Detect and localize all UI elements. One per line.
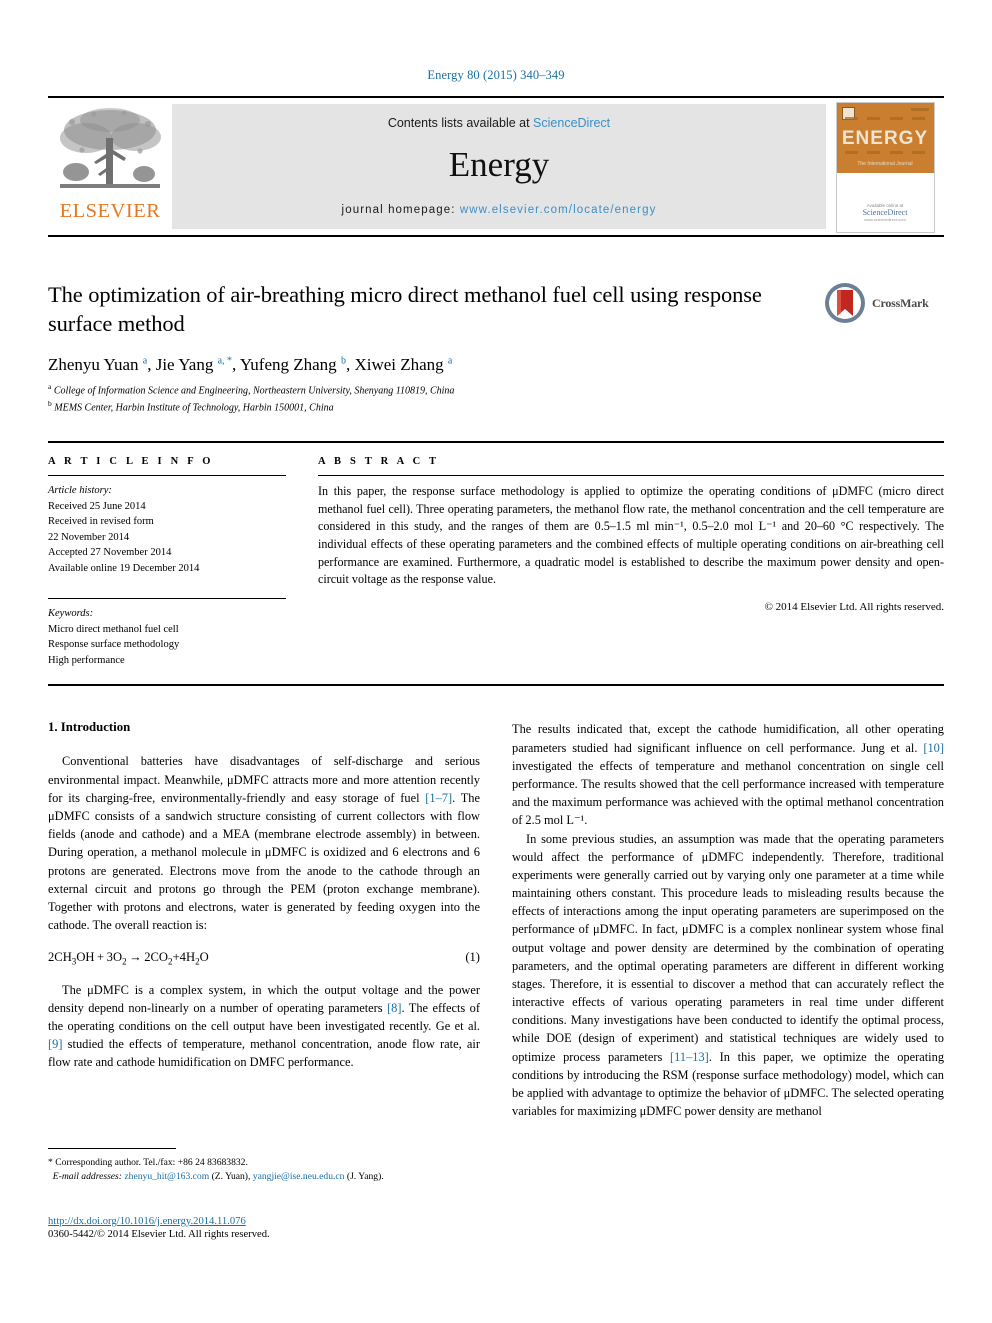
affiliation-marker: a [48,382,52,392]
history-received: Received 25 June 2014 [48,500,146,512]
journal-homepage-link[interactable]: www.elsevier.com/locate/energy [460,204,657,216]
keyword-item: High performance [48,654,125,666]
affiliation-list: a College of Information Science and Eng… [48,382,944,415]
article-history-label: Article history: [48,485,112,497]
citation-link[interactable]: [10] [923,741,944,755]
history-accepted: Accepted 27 November 2014 [48,547,172,559]
history-revised-form: Received in revised form [48,516,154,528]
contents-prefix: Contents lists available at [387,116,534,130]
affiliation-marker: b [48,398,52,408]
citation-link[interactable]: [9] [48,1037,62,1051]
abstract-column: A B S T R A C T In this paper, the respo… [318,456,944,668]
citation-link[interactable]: [1–7] [425,791,452,805]
keyword-item: Response surface methodology [48,639,180,651]
doi-link[interactable]: http://dx.doi.org/10.1016/j.energy.2014.… [48,1216,508,1227]
para-text: In some previous studies, an assumption … [512,831,944,1064]
cover-footer-brand: ScienceDirect [862,208,908,217]
journal-title: Energy [448,145,550,184]
para-text: Conventional batteries have disadvantage… [48,754,480,805]
para-text: investigated the effects of temperature … [512,758,944,828]
journal-homepage-line: journal homepage: www.elsevier.com/locat… [342,204,657,216]
sciencedirect-link[interactable]: ScienceDirect [533,116,610,130]
title-block: The optimization of air-breathing micro … [48,281,944,415]
affiliation-a: a College of Information Science and Eng… [48,382,944,399]
email-owner-1: (Z. Yuan), [209,1171,253,1182]
email-label: E-mail addresses: [52,1171,122,1182]
email-link-2[interactable]: yangjie@ise.neu.edu.cn [253,1171,345,1182]
paper-page: Energy 80 (2015) 340–349 ELSEVIER Conten… [0,0,992,1323]
article-info-rule [48,475,286,477]
cover-journal-title: ENERGY [841,128,929,149]
homepage-prefix: journal homepage: [341,204,460,216]
author-affil-marker: b [340,355,346,367]
keywords-block: Keywords: Micro direct methanol fuel cel… [48,598,286,668]
elsevier-logo: ELSEVIER [48,98,172,235]
footnote-rule [48,1148,176,1149]
equation-1: 2CH3OH + 3O2 → 2CO2+4H2O (1) [48,950,480,967]
affiliation-text: MEMS Center, Harbin Institute of Technol… [54,401,334,413]
equation-number: (1) [465,950,480,965]
keywords-label: Keywords: [48,608,94,620]
article-info-heading: A R T I C L E I N F O [48,456,214,468]
article-title: The optimization of air-breathing micro … [48,282,762,336]
crossmark-label: CrossMark [872,295,929,310]
author-affil-marker: a [447,355,453,367]
article-info-column: A R T I C L E I N F O Article history: R… [48,456,286,668]
abstract-copyright: © 2014 Elsevier Ltd. All rights reserved… [764,601,944,614]
citation-link[interactable]: [11–13] [670,1050,709,1064]
issn-copyright-line: 0360-5442/© 2014 Elsevier Ltd. All right… [48,1229,270,1240]
paragraph-right-2: In some previous studies, an assumption … [512,830,944,1121]
corresponding-author-text: Corresponding author. Tel./fax: +86 24 8… [52,1157,248,1168]
cover-thumbnail: ENERGY The International Journal Availab… [835,102,935,233]
keyword-item: Micro direct methanol fuel cell [48,623,179,635]
abstract-rule [318,475,944,477]
author-affil-marker: a, * [217,355,233,367]
email-owner-2: (J. Yang). [344,1171,384,1182]
paragraph-right-1: The results indicated that, except the c… [512,720,944,829]
right-column: The results indicated that, except the c… [512,720,944,1120]
elsevier-tree-icon [56,104,164,200]
cover-issn-bar [910,108,929,111]
citation-link[interactable]: [8] [387,1001,401,1015]
cover-header-block: ENERGY The International Journal [836,103,934,173]
cover-topic-bars-top [844,117,926,120]
email-link-1[interactable]: zhenyu_hit@163.com [124,1171,209,1182]
doi-block: http://dx.doi.org/10.1016/j.energy.2014.… [48,1216,508,1240]
paragraph-intro-2: The μDMFC is a complex system, in which … [48,981,480,1072]
history-revised-date: 22 November 2014 [48,531,130,543]
abstract-heading: A B S T R A C T [318,456,440,468]
contents-available-line: Contents lists available at ScienceDirec… [388,116,610,130]
cover-journal-subtitle: The International Journal [857,161,913,167]
journal-banner: ELSEVIER Contents lists available at Sci… [48,96,944,237]
section-title-introduction: 1. Introduction [48,720,131,735]
author-list: Zhenyu Yuan a, Jie Yang a, *, Yufeng Zha… [48,355,453,375]
affiliation-text: College of Information Science and Engin… [53,385,455,397]
journal-cover: ENERGY The International Journal Availab… [826,98,944,235]
crossmark-badge[interactable]: CrossMark [824,281,942,325]
para-text: . The μDMFC consists of a sandwich struc… [48,790,480,933]
author-affil-marker: a [142,355,148,367]
equation-expression: 2CH3OH + 3O2 → 2CO2+4H2O [48,950,209,967]
history-available-online: Available online 19 December 2014 [48,562,200,574]
para-text: The results indicated that, except the c… [512,722,944,755]
cover-footer: Available online at ScienceDirect www.sc… [837,203,934,222]
affiliation-b: b MEMS Center, Harbin Institute of Techn… [48,399,944,416]
left-column: 1. Introduction Conventional batteries h… [48,720,480,1120]
info-abstract-bottom-rule [48,684,944,687]
crossmark-icon [825,283,865,323]
info-abstract-region: A R T I C L E I N F O Article history: R… [48,441,944,668]
abstract-text: In this paper, the response surface meth… [318,484,944,587]
body-columns: 1. Introduction Conventional batteries h… [48,720,944,1120]
paragraph-intro-1: Conventional batteries have disadvantage… [48,752,480,934]
cover-footer-url: www.sciencedirect.com [864,217,906,222]
keywords-rule [48,598,286,600]
cover-topic-bars-bottom [844,151,926,154]
footnote-block: * Corresponding author. Tel./fax: +86 24… [48,1148,480,1184]
elsevier-wordmark: ELSEVIER [59,200,161,222]
para-text: studied the effects of temperature, meth… [48,1037,480,1070]
corresponding-author-note: * Corresponding author. Tel./fax: +86 24… [48,1156,480,1184]
banner-center: Contents lists available at ScienceDirec… [172,104,826,229]
running-head: Energy 80 (2015) 340–349 [427,68,565,82]
